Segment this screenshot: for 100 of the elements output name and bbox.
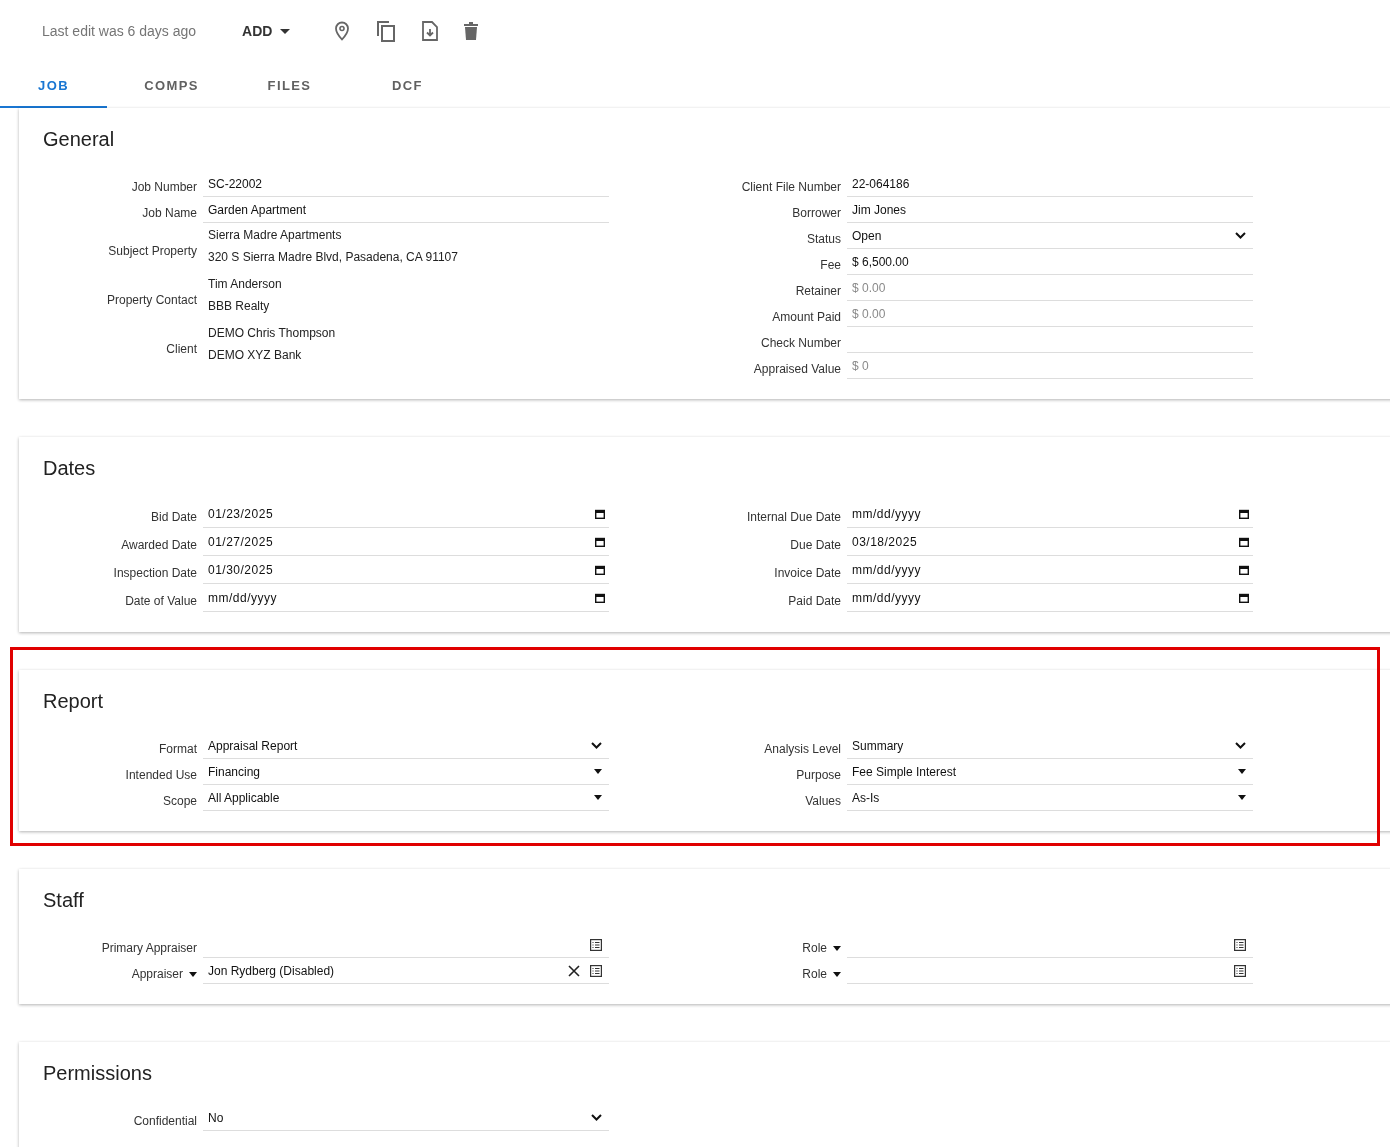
date-field[interactable]: 01/27/2025	[203, 528, 609, 556]
date-field[interactable]: 01/23/2025	[203, 500, 609, 528]
date-field[interactable]: 01/30/2025	[203, 556, 609, 584]
field-text: Tim Anderson	[208, 277, 282, 291]
text-field[interactable]: Garden Apartment	[203, 197, 609, 223]
field-label: Status	[806, 231, 841, 248]
calendar-icon[interactable]	[595, 565, 605, 575]
select-field[interactable]: Appraisal Report	[203, 733, 609, 759]
date-field[interactable]: mm/dd/yyyy	[203, 584, 609, 612]
caret-icon	[1238, 769, 1246, 774]
select-field[interactable]: Open	[847, 223, 1253, 249]
date-field[interactable]: 03/18/2025	[847, 528, 1253, 556]
calendar-icon[interactable]	[1239, 593, 1249, 603]
field-label: Invoice Date	[774, 565, 841, 582]
field-text: BBB Realty	[208, 299, 271, 313]
date-field[interactable]: mm/dd/yyyy	[847, 500, 1253, 528]
section-title: Permissions	[43, 1062, 152, 1085]
tab[interactable]: FILES	[236, 62, 343, 108]
field-text: DEMO Chris Thompson	[208, 326, 336, 340]
field-label: Retainer	[795, 283, 841, 300]
text-field[interactable]: SC-22002	[203, 171, 609, 197]
last-edit-text: Last edit was 6 days ago	[42, 23, 197, 39]
text-field[interactable]: $ 0.00	[847, 301, 1253, 327]
calendar-icon[interactable]	[1239, 565, 1249, 575]
chevron-down-icon	[1235, 742, 1246, 749]
caret-icon	[189, 971, 197, 977]
date-field[interactable]: mm/dd/yyyy	[847, 584, 1253, 612]
field-label: Subject Property	[108, 242, 197, 260]
section-title: General	[43, 128, 115, 151]
calendar-icon[interactable]	[1239, 537, 1249, 547]
calendar-icon[interactable]	[595, 537, 605, 547]
file-download-icon[interactable]	[422, 21, 439, 41]
clear-icon[interactable]	[568, 964, 580, 977]
caret-icon	[1238, 795, 1246, 800]
field-label: Inspection Date	[113, 565, 197, 582]
location-pin-icon[interactable]	[334, 21, 351, 41]
field-label: Confidential	[133, 1113, 197, 1130]
tab[interactable]: COMPS	[118, 62, 225, 108]
text-field[interactable]: $ 6,500.00	[847, 249, 1253, 275]
caret-icon	[280, 28, 291, 34]
calendar-icon[interactable]	[595, 593, 605, 603]
dropdown-field[interactable]: As-Is	[847, 785, 1253, 811]
caret-icon	[594, 769, 602, 774]
trash-icon[interactable]	[464, 22, 479, 40]
dropdown-field[interactable]: Fee Simple Interest	[847, 759, 1253, 785]
text-field[interactable]: $ 0.00	[847, 275, 1253, 301]
field-label: Internal Due Date	[746, 509, 841, 526]
date-field[interactable]: mm/dd/yyyy	[847, 556, 1253, 584]
section-title: Dates	[43, 457, 96, 480]
calendar-icon[interactable]	[1239, 509, 1249, 519]
text-field[interactable]: Jim Jones	[847, 197, 1253, 223]
field-label: Appraised Value	[753, 361, 841, 378]
chevron-down-icon	[591, 742, 602, 749]
section-title: Report	[43, 690, 104, 713]
select-field[interactable]: No	[203, 1105, 609, 1131]
field-label: Format	[159, 741, 197, 758]
field-label: Primary Appraiser	[101, 940, 197, 957]
list-icon[interactable]	[1234, 938, 1246, 951]
field-label: Client File Number	[741, 179, 841, 196]
copy-icon[interactable]	[376, 20, 397, 42]
field-label: Bid Date	[150, 509, 197, 526]
select-field[interactable]: Summary	[847, 733, 1253, 759]
chevron-down-icon	[591, 1114, 602, 1121]
field-label: Job Name	[142, 205, 197, 222]
field-label[interactable]: Appraiser	[131, 964, 197, 984]
dropdown-field[interactable]: Financing	[203, 759, 609, 785]
field-text: DEMO XYZ Bank	[208, 348, 303, 362]
field-label: Analysis Level	[764, 741, 841, 758]
list-icon[interactable]	[590, 938, 602, 951]
field-label: Check Number	[760, 335, 841, 352]
text-field[interactable]: $ 0	[847, 353, 1253, 379]
field-label: Property Contact	[106, 291, 197, 309]
text-field[interactable]: 22-064186	[847, 171, 1253, 197]
list-icon[interactable]	[1234, 964, 1246, 977]
field-text: 320 S Sierra Madre Blvd, Pasadena, CA 91107	[208, 250, 458, 264]
chevron-down-icon	[1235, 232, 1246, 239]
field-label: Job Number	[131, 179, 197, 196]
picker-field[interactable]: Jon Rydberg (Disabled)	[203, 958, 609, 984]
caret-icon	[833, 971, 841, 977]
field-label: Due Date	[790, 537, 841, 554]
add-button[interactable]: ADD	[242, 19, 291, 43]
caret-icon	[833, 945, 841, 951]
field-text: Sierra Madre Apartments	[208, 228, 343, 242]
field-label: Fee	[820, 257, 841, 274]
calendar-icon[interactable]	[595, 509, 605, 519]
field-label[interactable]: Role	[802, 938, 841, 958]
field-label[interactable]: Role	[802, 964, 841, 984]
field-label: Awarded Date	[121, 537, 197, 554]
field-label: Date of Value	[125, 593, 197, 610]
section-title: Staff	[43, 889, 84, 912]
field-label: Paid Date	[788, 593, 841, 610]
caret-icon	[594, 795, 602, 800]
field-label: Client	[166, 340, 197, 358]
field-label: Borrower	[792, 205, 841, 222]
field-label: Values	[805, 793, 841, 810]
field-label: Purpose	[796, 767, 841, 784]
list-icon[interactable]	[590, 964, 602, 977]
field-label: Intended Use	[125, 767, 197, 784]
tab[interactable]: DCF	[354, 62, 461, 108]
dropdown-field[interactable]: All Applicable	[203, 785, 609, 811]
